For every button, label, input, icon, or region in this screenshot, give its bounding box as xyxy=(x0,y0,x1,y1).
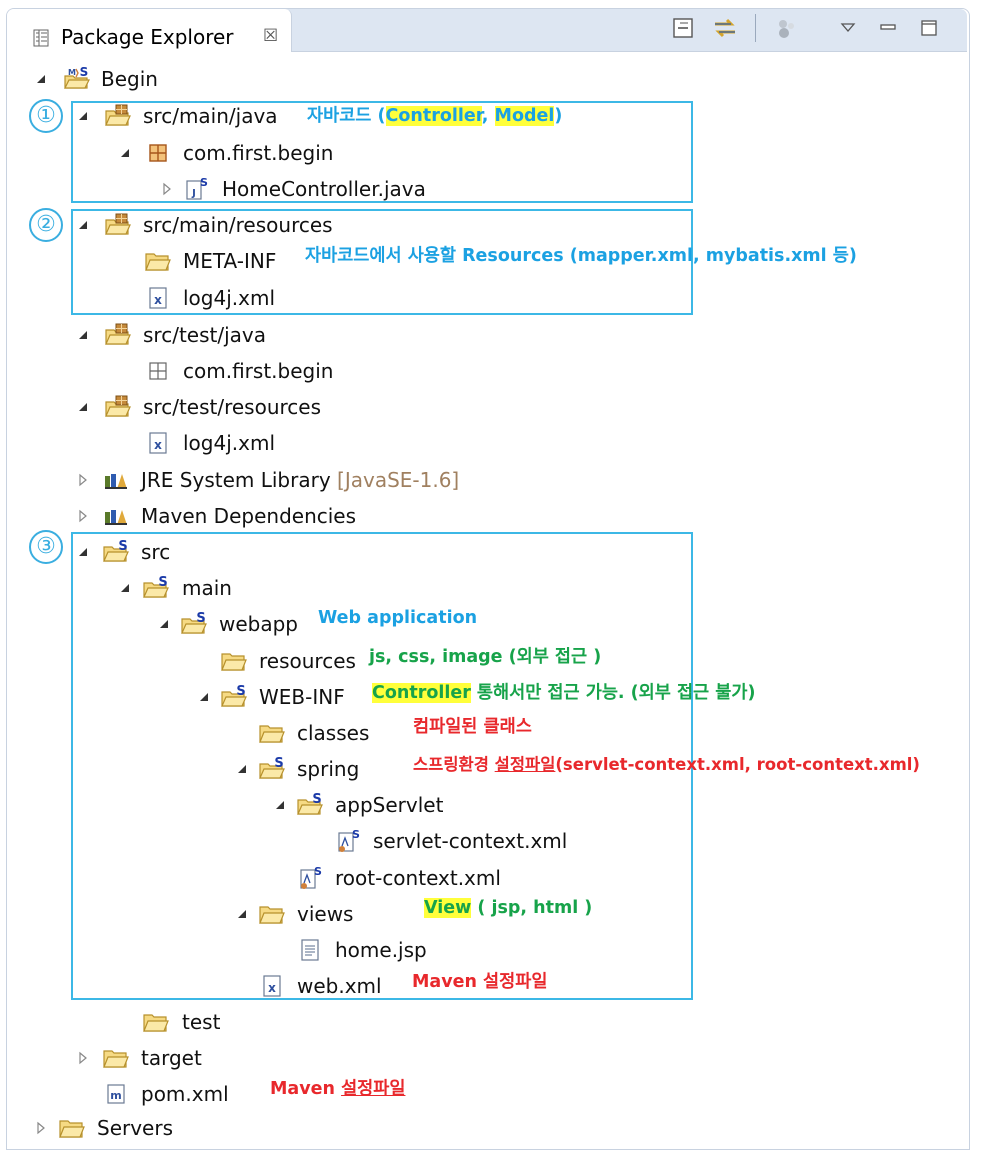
annotation-text: ) xyxy=(554,106,563,126)
toolbar-separator xyxy=(755,14,756,42)
library-name: JRE System Library xyxy=(141,468,331,492)
annotation-classes: 컴파일된 클래스 xyxy=(413,717,532,737)
tree-item-label: Begin xyxy=(101,67,158,91)
marker-1: ① xyxy=(29,99,63,133)
annotation-text: 자바코드 ( xyxy=(307,106,386,126)
collapsed-arrow-icon[interactable] xyxy=(76,473,90,487)
annotation-java-code: 자바코드 (Controller, Model) xyxy=(307,104,562,128)
view-menu-icon[interactable] xyxy=(833,13,863,43)
highlight-controller: Controller xyxy=(372,683,471,703)
annotation-text: (servlet-context.xml, root-context.xml) xyxy=(555,755,920,774)
package-explorer-icon xyxy=(33,29,49,47)
maven-spring-project-icon xyxy=(63,66,91,92)
collapsed-arrow-icon[interactable] xyxy=(76,509,90,523)
annotation-static-resources: js, css, image (외부 접근 ) xyxy=(369,647,602,667)
expanded-arrow-icon[interactable] xyxy=(76,328,90,342)
annotation-resources: 자바코드에서 사용할 Resources (mapper.xml, mybati… xyxy=(305,246,857,266)
source-folder-icon xyxy=(104,322,132,348)
highlight-model: Model xyxy=(494,106,555,126)
library-version: [JavaSE-1.6] xyxy=(337,468,460,492)
folder-icon xyxy=(142,1009,170,1035)
collapsed-arrow-icon[interactable] xyxy=(34,1121,48,1135)
tree-item-label: test xyxy=(182,1010,221,1034)
marker-2: ② xyxy=(29,208,63,242)
tree-item-label: com.first.begin xyxy=(183,359,334,383)
collapse-all-icon[interactable] xyxy=(668,13,698,43)
library-icon xyxy=(102,503,130,529)
folder-icon xyxy=(102,1045,130,1071)
tab-title: Package Explorer xyxy=(61,25,234,49)
close-icon[interactable]: ☒ xyxy=(263,26,278,46)
annotation-text: ( jsp, html ) xyxy=(471,898,593,918)
empty-package-icon xyxy=(144,358,172,384)
expanded-arrow-icon[interactable] xyxy=(34,72,48,86)
maximize-icon[interactable] xyxy=(914,13,944,43)
tree-item-label: src/test/resources xyxy=(143,395,322,419)
tree-item-label: pom.xml xyxy=(141,1082,229,1106)
tree-item-label: log4j.xml xyxy=(183,431,276,455)
annotation-text: 설정파일 xyxy=(341,1079,406,1099)
annotation-views: View ( jsp, html ) xyxy=(424,896,592,920)
annotation-web-xml: Maven 설정파일 xyxy=(412,972,548,992)
library-icon xyxy=(102,467,130,493)
annotation-pom: Maven 설정파일 xyxy=(270,1077,405,1101)
annotation-text: , xyxy=(481,106,495,126)
tree-item-label: target xyxy=(141,1046,202,1070)
source-folder-icon xyxy=(104,394,132,420)
highlight-controller: Controller xyxy=(385,106,482,126)
annotation-text: 설정파일 xyxy=(494,755,556,774)
folder-icon xyxy=(58,1115,86,1141)
tree-item-label: JRE System Library [JavaSE-1.6] xyxy=(141,468,459,492)
link-with-editor-icon[interactable] xyxy=(710,13,740,43)
annotation-spring: 스프링환경 설정파일(servlet-context.xml, root-con… xyxy=(413,753,920,777)
highlight-view: View xyxy=(424,898,472,918)
tree-item-label: Maven Dependencies xyxy=(141,504,357,528)
expanded-arrow-icon[interactable] xyxy=(76,400,90,414)
maven-pom-icon xyxy=(102,1081,130,1107)
annotation-text: 스프링환경 xyxy=(413,755,495,774)
tree-item-label: Servers xyxy=(97,1116,174,1140)
focus-task-icon[interactable] xyxy=(772,13,802,43)
marker-3: ③ xyxy=(29,530,63,564)
minimize-icon[interactable] xyxy=(873,13,903,43)
annotation-web-application: Web application xyxy=(318,608,478,628)
annotation-web-inf: Controller 통해서만 접근 가능. (외부 접근 불가) xyxy=(372,681,755,705)
collapsed-arrow-icon[interactable] xyxy=(76,1051,90,1065)
annotation-text: 통해서만 접근 가능. (외부 접근 불가) xyxy=(470,683,756,703)
xml-file-icon xyxy=(144,430,172,456)
tree-item-label: src/test/java xyxy=(143,323,266,347)
annotation-text: Maven xyxy=(270,1079,342,1099)
tab-package-explorer[interactable]: Package Explorer ☒ xyxy=(7,9,292,52)
